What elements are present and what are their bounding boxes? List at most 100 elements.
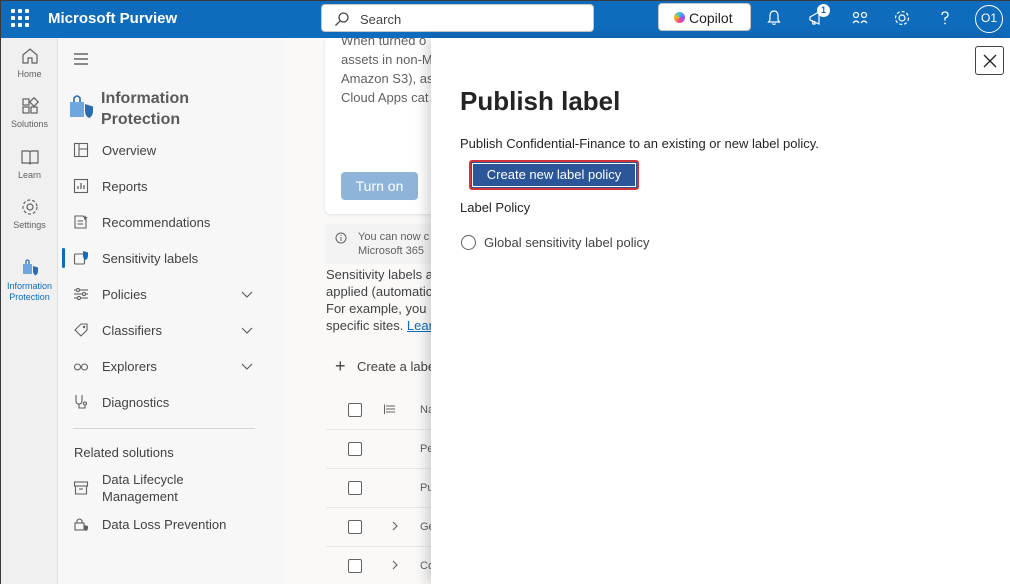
- user-avatar[interactable]: O1: [975, 5, 1003, 33]
- rail-label-solutions: Solutions: [10, 119, 49, 129]
- search-placeholder: Search: [360, 12, 402, 27]
- explorers-icon: [73, 363, 89, 371]
- nav-panel: Information Protection Overview Reports …: [58, 38, 283, 584]
- nav-label-policies: Policies: [102, 287, 147, 302]
- rail-item-learn[interactable]: Learn: [1, 147, 58, 180]
- policies-icon: [74, 287, 88, 301]
- app-title[interactable]: Microsoft Purview: [48, 10, 177, 27]
- nav-item-sensitivity-labels[interactable]: Sensitivity labels: [58, 247, 283, 269]
- policy-option-label: Global sensitivity label policy: [484, 235, 650, 250]
- search-icon: [335, 12, 349, 26]
- nav-item-explorers[interactable]: Explorers: [58, 355, 283, 377]
- rail-item-information-protection[interactable]: Information Protection: [1, 256, 58, 303]
- rail-label-learn: Learn: [17, 170, 42, 180]
- gear-icon[interactable]: [891, 7, 913, 29]
- nav-label-diagnostics: Diagnostics: [102, 395, 170, 410]
- bell-icon[interactable]: [763, 7, 785, 29]
- nav-item-data-loss-prevention[interactable]: Data Loss Prevention: [58, 513, 283, 535]
- related-solutions-heading: Related solutions: [74, 445, 174, 460]
- card-line: assets in non-M: [341, 52, 433, 67]
- recommendations-icon: [74, 215, 88, 229]
- connections-icon[interactable]: [849, 7, 871, 29]
- list-icon: [384, 404, 395, 414]
- nav-label-data-loss-prevention: Data Loss Prevention: [102, 517, 227, 532]
- settings-icon: [21, 199, 38, 215]
- home-icon: [21, 48, 38, 64]
- classifiers-icon: [74, 323, 88, 337]
- table-row[interactable]: Co: [326, 548, 433, 584]
- reports-icon: [73, 178, 89, 194]
- help-icon[interactable]: [934, 7, 956, 29]
- solutions-icon: [21, 96, 39, 114]
- chevron-down-icon[interactable]: [240, 359, 254, 373]
- desc-line: applied (automatic: [326, 284, 433, 299]
- rail-item-home[interactable]: Home: [1, 46, 58, 79]
- rail-item-solutions[interactable]: Solutions: [1, 96, 58, 129]
- background-content: When turned o assets in non-M Amazon S3)…: [283, 38, 433, 584]
- chevron-right-icon[interactable]: [389, 520, 401, 532]
- nav-label-recommendations: Recommendations: [102, 215, 211, 230]
- table-row[interactable]: Ge: [326, 509, 433, 547]
- information-protection-header-icon: [70, 95, 93, 118]
- learn-icon: [20, 150, 39, 165]
- nav-divider: [73, 428, 255, 429]
- row-checkbox[interactable]: [348, 442, 362, 456]
- row-checkbox[interactable]: [348, 481, 362, 495]
- card-line: Cloud Apps cat: [341, 90, 429, 105]
- search-box[interactable]: Search: [321, 4, 594, 32]
- close-button[interactable]: [975, 46, 1004, 75]
- chevron-right-icon[interactable]: [389, 559, 401, 571]
- nav-label-overview: Overview: [102, 143, 157, 158]
- learn-more-link[interactable]: Lear: [407, 318, 433, 333]
- hamburger-icon[interactable]: [73, 52, 89, 66]
- close-icon: [983, 54, 997, 68]
- sensitivity-labels-icon: [73, 251, 88, 265]
- copilot-button[interactable]: Copilot: [658, 3, 751, 31]
- nav-item-data-lifecycle-management[interactable]: Data Lifecycle Management: [58, 470, 283, 506]
- card-line: When turned o: [341, 38, 427, 48]
- label-policy-heading: Label Policy: [460, 200, 531, 215]
- app-launcher-icon[interactable]: [11, 9, 29, 27]
- row-checkbox[interactable]: [348, 559, 362, 573]
- rail-label-information-protection: Information Protection: [6, 281, 53, 302]
- nav-item-reports[interactable]: Reports: [58, 175, 283, 197]
- select-all-checkbox[interactable]: [348, 403, 362, 417]
- copilot-icon: [674, 12, 685, 23]
- nav-item-overview[interactable]: Overview: [58, 139, 283, 161]
- info-message-bar: You can now c Microsoft 365: [325, 224, 433, 264]
- top-bar: Microsoft Purview Search Copilot 1 O1: [1, 1, 1010, 38]
- create-new-label-policy-button[interactable]: Create new label policy: [469, 160, 639, 190]
- info-card: When turned o assets in non-M Amazon S3)…: [325, 38, 433, 214]
- create-label-text: Create a label: [357, 359, 433, 374]
- left-rail: Home Solutions Learn Settings Informatio…: [1, 38, 58, 584]
- nav-item-classifiers[interactable]: Classifiers: [58, 319, 283, 341]
- desc-line: For example, you: [326, 301, 427, 316]
- publish-label-panel: Publish label Publish Confidential-Finan…: [431, 38, 1010, 584]
- desc-line: specific sites. Lear: [326, 317, 433, 334]
- nav-item-recommendations[interactable]: Recommendations: [58, 211, 283, 233]
- turn-on-button[interactable]: Turn on: [341, 172, 418, 200]
- chevron-down-icon[interactable]: [240, 287, 254, 301]
- card-line: Amazon S3), as: [341, 71, 433, 86]
- nav-item-policies[interactable]: Policies: [58, 283, 283, 305]
- nav-label-explorers: Explorers: [102, 359, 157, 374]
- nav-item-diagnostics[interactable]: Diagnostics: [58, 391, 283, 413]
- rail-item-settings[interactable]: Settings: [1, 197, 58, 230]
- plus-icon: +: [335, 356, 346, 376]
- desc-line: Sensitivity labels a: [326, 267, 433, 282]
- radio-button[interactable]: [461, 235, 476, 250]
- nav-title: Information Protection: [101, 90, 189, 128]
- row-checkbox[interactable]: [348, 520, 362, 534]
- rail-label-home: Home: [17, 69, 42, 79]
- info-icon: [335, 232, 347, 244]
- notification-badge: 1: [817, 4, 830, 17]
- diagnostics-icon: [75, 395, 88, 409]
- table-row[interactable]: Pe: [326, 431, 433, 469]
- info-line-1: You can now c: [358, 231, 430, 243]
- table-row[interactable]: Pu: [326, 470, 433, 508]
- overview-icon: [73, 142, 89, 158]
- panel-description: Publish Confidential-Finance to an exist…: [460, 136, 819, 151]
- chevron-down-icon[interactable]: [240, 323, 254, 337]
- nav-label-reports: Reports: [102, 179, 148, 194]
- nav-label-data-lifecycle-management: Data Lifecycle Management: [102, 472, 184, 504]
